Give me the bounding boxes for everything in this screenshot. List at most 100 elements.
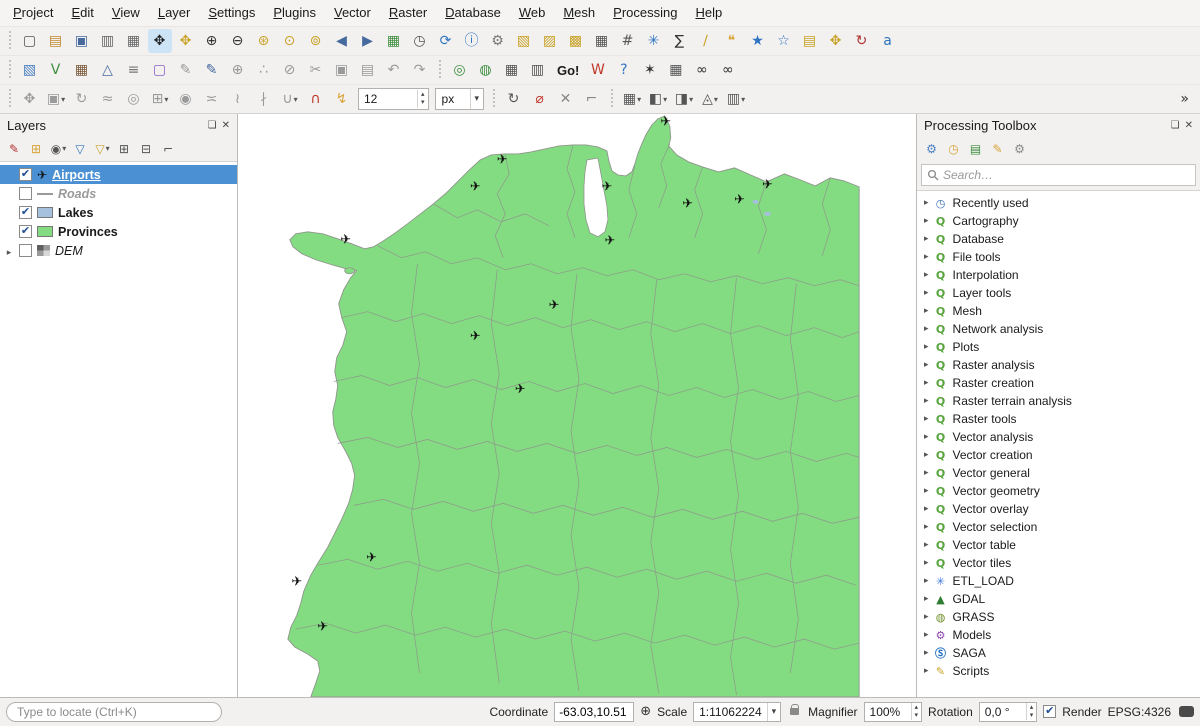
mesh-calculator-icon[interactable]: ◬▾ xyxy=(698,87,722,111)
expander-icon[interactable]: ▸ xyxy=(924,504,929,514)
tree-item[interactable]: ▸ Q Interpolation xyxy=(917,266,1200,284)
undo-icon[interactable]: ↶ xyxy=(382,58,406,82)
layer-checkbox[interactable]: ✔ xyxy=(19,206,32,219)
expander-icon[interactable]: ▸ xyxy=(924,522,929,532)
layer-item-airports[interactable]: ✔ ✈ Airports xyxy=(0,165,237,184)
tree-item[interactable]: ▸ Q Raster analysis xyxy=(917,356,1200,374)
edit-in-place-icon[interactable]: ✎ xyxy=(987,139,1008,159)
refresh-icon[interactable]: ⟳ xyxy=(434,29,458,53)
add-vector-layer-icon[interactable]: V xyxy=(44,58,68,82)
new-project-icon[interactable]: ▢ xyxy=(18,29,42,53)
new-map-view-icon[interactable]: ▦ xyxy=(382,29,406,53)
quickmap-services-icon[interactable]: ◍ xyxy=(474,58,498,82)
expander-icon[interactable]: ▸ xyxy=(924,666,929,676)
move-feature-icon[interactable]: ✥ xyxy=(18,87,42,111)
zoom-out-icon[interactable]: ⊖ xyxy=(226,29,250,53)
expander-icon[interactable]: ▸ xyxy=(924,396,929,406)
add-group-icon[interactable]: ⊞ xyxy=(26,139,47,159)
coordinate-input[interactable] xyxy=(554,702,634,722)
help-contents-icon[interactable]: ? xyxy=(612,58,636,82)
toolbar-grip[interactable] xyxy=(7,60,13,80)
expander-icon[interactable]: ▸ xyxy=(924,612,929,622)
Edit[interactable]: Edit xyxy=(62,0,102,26)
layer-item-dem[interactable]: ▸ DEM xyxy=(0,241,237,260)
toolbar-grip[interactable] xyxy=(437,60,443,80)
street-view-glasses-icon[interactable]: ∞ xyxy=(690,58,714,82)
layer-item-lakes[interactable]: ✔ Lakes xyxy=(0,203,237,222)
add-feature-icon[interactable]: ⊕ xyxy=(226,58,250,82)
tree-item[interactable]: ▸ Q File tools xyxy=(917,248,1200,266)
View[interactable]: View xyxy=(103,0,149,26)
tree-item[interactable]: ▸ ◍ GRASS xyxy=(917,608,1200,626)
extents-icon[interactable]: ⊕ xyxy=(640,705,651,718)
manage-map-themes-icon[interactable]: ◉▾ xyxy=(48,139,69,159)
expander-icon[interactable]: ▸ xyxy=(924,360,929,370)
open-attribute-table-icon[interactable]: ▦ xyxy=(590,29,614,53)
osm-place-search-icon[interactable]: ◎ xyxy=(448,58,472,82)
map-tips-icon[interactable]: ❝ xyxy=(720,29,744,53)
cancel-edits-icon[interactable]: ✕ xyxy=(554,87,578,111)
layout-manager-icon[interactable]: ▦ xyxy=(122,29,146,53)
deselect-features-icon[interactable]: ▩ xyxy=(564,29,588,53)
spinner-arrows-icon[interactable]: ▴▾ xyxy=(417,90,428,107)
fill-ring-icon[interactable]: ◉ xyxy=(174,87,198,111)
tree-item[interactable]: ▸ Q Vector analysis xyxy=(917,428,1200,446)
units-dropdown[interactable]: px ▾ xyxy=(435,88,485,110)
open-layer-styling-icon[interactable]: ✎ xyxy=(4,139,25,159)
field-calculator-icon[interactable]: # xyxy=(616,29,640,53)
paste-features-icon[interactable]: ▤ xyxy=(356,58,380,82)
raster-toolbar-icon[interactable]: ▥▾ xyxy=(724,87,748,111)
tree-item[interactable]: ▸ Q Vector geometry xyxy=(917,482,1200,500)
tree-item[interactable]: ▸ Q Vector table xyxy=(917,536,1200,554)
redo-icon[interactable]: ↷ xyxy=(408,58,432,82)
expander-icon[interactable]: ▸ xyxy=(924,306,929,316)
locator-input[interactable] xyxy=(6,702,222,722)
toolbar-grip[interactable] xyxy=(609,89,615,109)
toolbar-grip[interactable] xyxy=(491,89,497,109)
qgis2web-icon[interactable]: ▦ xyxy=(500,58,524,82)
pan-map-icon[interactable]: ✥ xyxy=(148,29,172,53)
map-canvas[interactable]: ✈✈✈✈✈✈✈✈✈✈✈✈✈✈✈ xyxy=(238,114,916,697)
tree-item[interactable]: ▸ ✎ Scripts xyxy=(917,662,1200,680)
pan-to-selection-icon[interactable]: ✥ xyxy=(174,29,198,53)
expander-icon[interactable]: ▸ xyxy=(924,432,929,442)
zoom-next-icon[interactable]: ▶ xyxy=(356,29,380,53)
tree-item[interactable]: ▸ Q Vector creation xyxy=(917,446,1200,464)
Help[interactable]: Help xyxy=(686,0,731,26)
layer-checkbox[interactable] xyxy=(19,244,32,257)
attribute-grid-icon[interactable]: ▦ xyxy=(664,58,688,82)
expander-icon[interactable]: ▸ xyxy=(924,216,929,226)
identify-features-icon[interactable]: ⓘ xyxy=(460,29,484,53)
oblique-view-glasses-icon[interactable]: ∞ xyxy=(716,58,740,82)
spinner-arrows-icon[interactable]: ▴▾ xyxy=(1026,703,1037,720)
Layer[interactable]: Layer xyxy=(149,0,200,26)
expander-icon[interactable]: ▸ xyxy=(924,594,929,604)
rotation-spinbox[interactable]: 0,0 ° ▴▾ xyxy=(979,702,1038,722)
new-shapefile-icon[interactable]: ▢ xyxy=(148,58,172,82)
rotate-point-symbols-icon[interactable]: ↻ xyxy=(502,87,526,111)
collapse-all-icon[interactable]: ⊟ xyxy=(136,139,157,159)
temporal-controller-icon[interactable]: ◷ xyxy=(408,29,432,53)
layer-checkbox[interactable]: ✔ xyxy=(19,168,32,181)
zoom-to-selection-icon[interactable]: ⊙ xyxy=(278,29,302,53)
move-label-icon[interactable]: ✥ xyxy=(824,29,848,53)
expander-icon[interactable]: ▸ xyxy=(924,270,929,280)
wikipedia-icon[interactable]: W xyxy=(586,58,610,82)
Mesh[interactable]: Mesh xyxy=(554,0,604,26)
zoom-to-layer-icon[interactable]: ⊚ xyxy=(304,29,328,53)
tree-item[interactable]: ▸ Q Layer tools xyxy=(917,284,1200,302)
split-features-icon[interactable]: ∤ xyxy=(252,87,276,111)
tree-item[interactable]: ▸ Q Raster creation xyxy=(917,374,1200,392)
tree-item[interactable]: ▸ Q Raster tools xyxy=(917,410,1200,428)
reshape-features-icon[interactable]: ≀ xyxy=(226,87,250,111)
toolbar-grip[interactable] xyxy=(7,31,13,51)
expander-icon[interactable]: ▸ xyxy=(924,234,929,244)
add-delimited-text-icon[interactable]: ≡ xyxy=(122,58,146,82)
tree-item[interactable]: ▸ Q Vector overlay xyxy=(917,500,1200,518)
go-button[interactable]: Go! xyxy=(557,63,579,78)
remove-layer-icon[interactable]: ⌐ xyxy=(158,139,179,159)
close-icon[interactable]: ✕ xyxy=(222,120,230,131)
expand-all-icon[interactable]: ⊞ xyxy=(114,139,135,159)
font-size-spinbox[interactable]: 12 ▴▾ xyxy=(358,88,429,110)
search-input[interactable] xyxy=(943,168,1190,182)
